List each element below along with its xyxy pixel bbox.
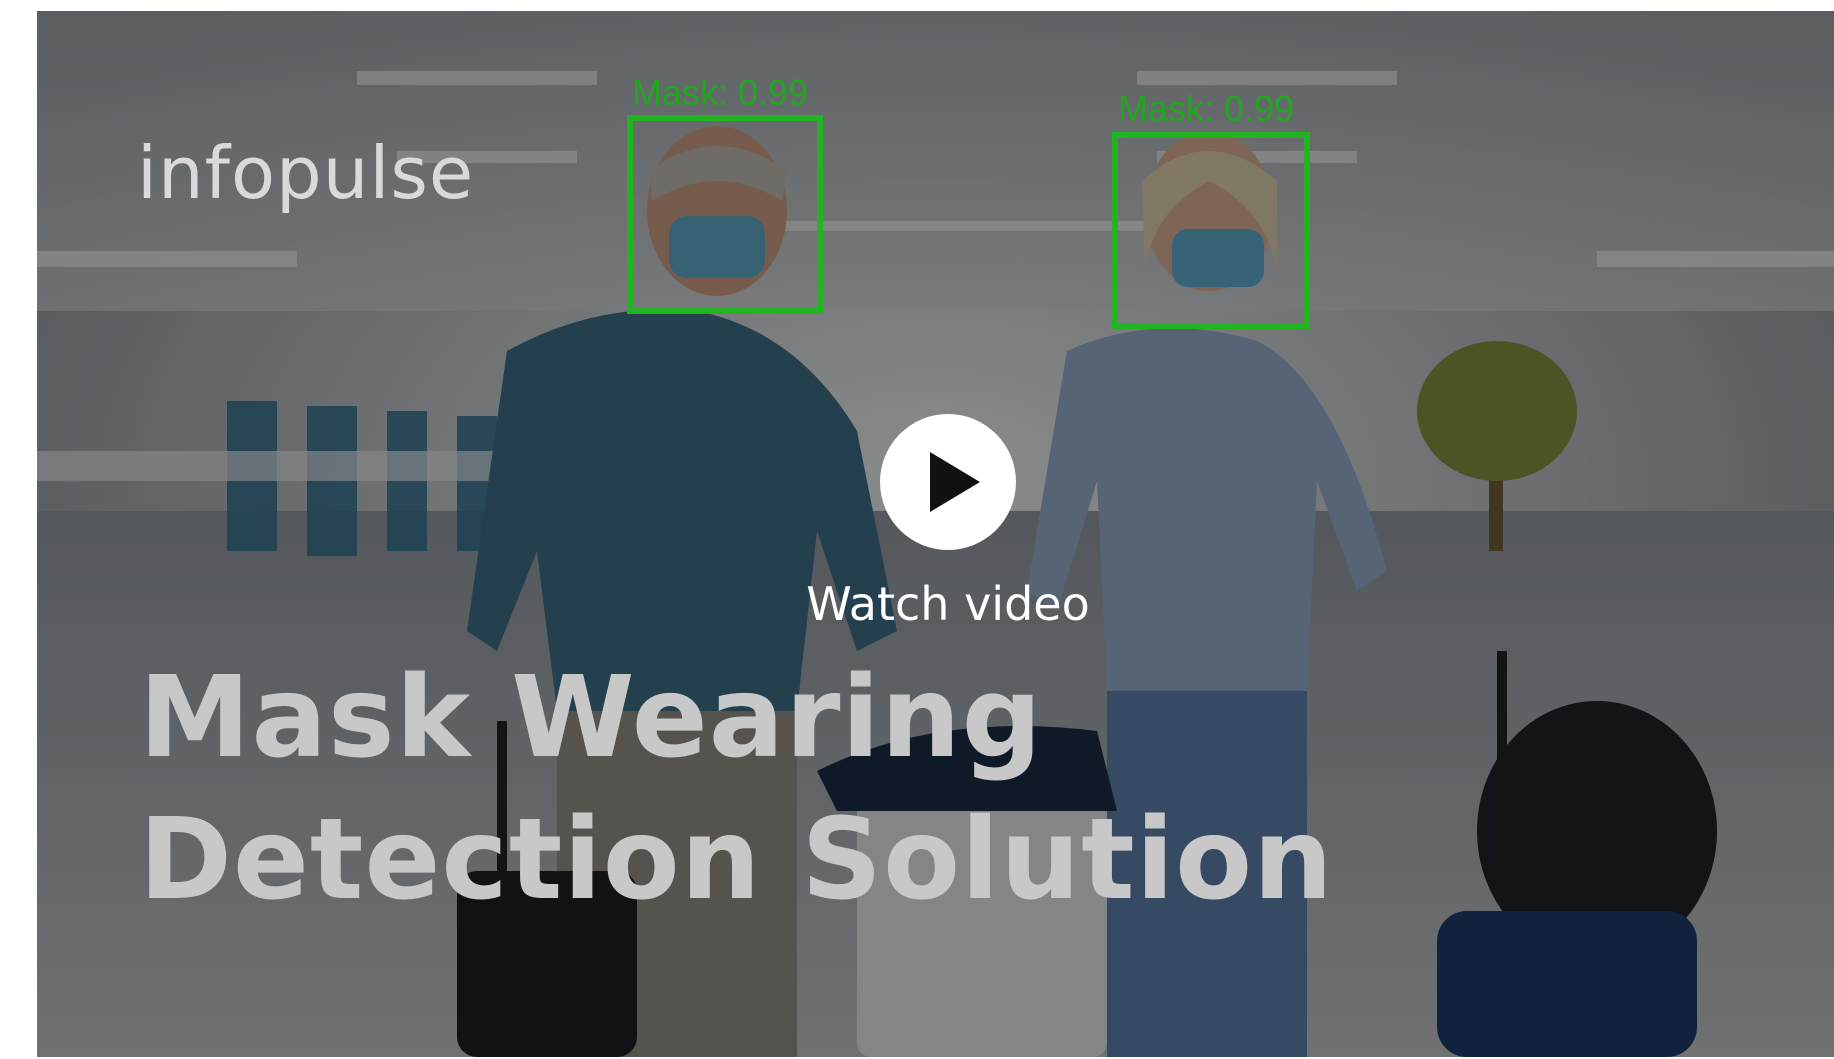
- detection-label: Mask: 0.99: [1118, 88, 1295, 129]
- detection-box: [627, 115, 823, 314]
- watch-video-label[interactable]: Watch video: [748, 581, 1148, 627]
- brand-logo: infopulse: [137, 131, 475, 215]
- video-title: Mask Wearing Detection Solution: [139, 647, 1334, 931]
- video-title-line: Detection Solution: [139, 795, 1334, 925]
- video-title-line: Mask Wearing: [139, 653, 1043, 783]
- detection-box: [1112, 132, 1310, 329]
- play-button[interactable]: [880, 414, 1016, 550]
- detection-label: Mask: 0.99: [632, 72, 809, 113]
- play-icon: [930, 452, 980, 512]
- video-thumbnail[interactable]: infopulse Mask: 0.99 Mask: 0.99 Mask Wea…: [37, 11, 1834, 1057]
